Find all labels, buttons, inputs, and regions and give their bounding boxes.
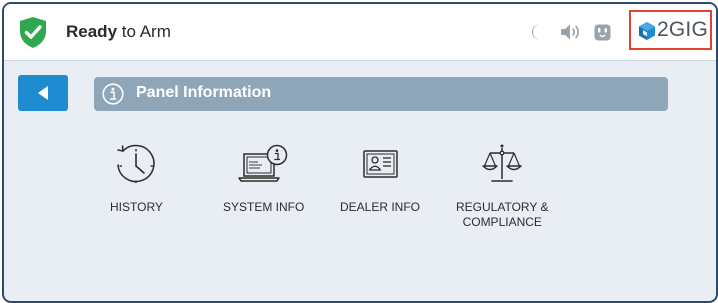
shield-check-icon[interactable]: [18, 16, 48, 49]
system-info-tile[interactable]: SYSTEM INFO: [223, 142, 304, 215]
regulatory-compliance-label: REGULATORY & COMPLIANCE: [456, 200, 549, 229]
brand-logo-highlight: 2GIG: [629, 10, 712, 50]
back-button[interactable]: [18, 75, 68, 111]
id-card-icon: [363, 150, 398, 178]
regulatory-compliance-tile[interactable]: REGULATORY & COMPLIANCE: [456, 142, 548, 230]
laptop-info-icon: [237, 144, 287, 182]
info-icon: [102, 83, 124, 105]
history-label: HISTORY: [110, 200, 163, 214]
back-arrow-icon: [38, 86, 48, 100]
section-title-bar: Panel Information: [94, 77, 668, 111]
outlet-icon[interactable]: [594, 24, 611, 41]
status-rest: to Arm: [117, 22, 171, 41]
panel-screen: Ready to Arm 2GIG Panel Information HIST…: [2, 2, 718, 303]
top-bar: Ready to Arm 2GIG: [4, 4, 716, 61]
dealer-info-label: DEALER INFO: [340, 200, 421, 214]
scales-icon: [482, 144, 522, 182]
clock-history-icon: [117, 144, 156, 183]
speaker-icon[interactable]: [560, 23, 582, 41]
history-tile[interactable]: HISTORY: [110, 142, 163, 215]
moon-icon[interactable]: [529, 23, 545, 41]
brand-cube-icon: [639, 22, 655, 40]
system-info-label: SYSTEM INFO: [223, 200, 305, 214]
brand-name: 2GIG: [657, 18, 708, 41]
arm-status-text[interactable]: Ready to Arm: [66, 22, 171, 42]
section-title: Panel Information: [136, 84, 272, 101]
status-bold: Ready: [66, 22, 118, 41]
dealer-info-tile[interactable]: DEALER INFO: [340, 142, 420, 215]
